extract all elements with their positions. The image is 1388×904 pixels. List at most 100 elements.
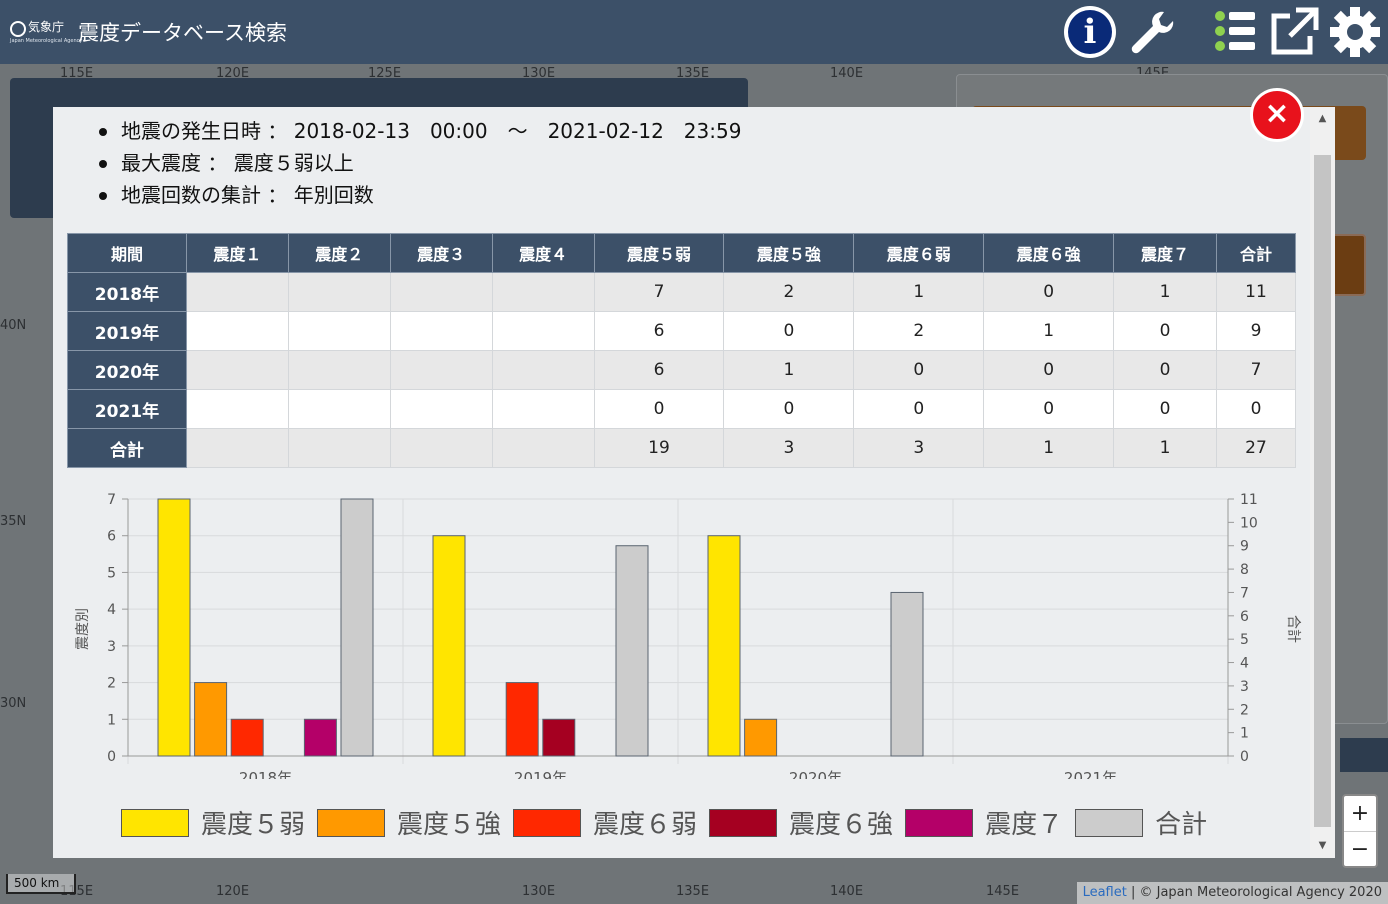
legend-swatch xyxy=(1075,808,1144,837)
right-tick-label: 2 xyxy=(1240,702,1249,718)
scroll-thumb[interactable] xyxy=(1314,155,1331,827)
table-cell xyxy=(491,389,595,429)
x-tick-label: 2020年 xyxy=(789,769,842,779)
chart-bar xyxy=(890,591,924,757)
row-label: 2019年 xyxy=(67,311,187,351)
chart-bar xyxy=(303,718,337,757)
chart-bar xyxy=(505,682,539,757)
settings-button[interactable] xyxy=(1328,6,1382,58)
left-tick-label: 5 xyxy=(107,565,116,581)
table-cell: 0 xyxy=(983,272,1115,312)
table-cell: 0 xyxy=(1113,389,1217,429)
table-cell: 2 xyxy=(853,311,985,351)
table-cell: 7 xyxy=(593,272,725,312)
chart-bar xyxy=(744,718,778,757)
table-cell xyxy=(389,389,493,429)
map-grid-label: 130E xyxy=(522,884,556,899)
table-cell: 9 xyxy=(1215,311,1297,351)
chart-bar xyxy=(230,718,264,757)
legend-label: 震度６強 xyxy=(789,810,894,840)
map-grid-label: 140E xyxy=(830,884,864,899)
close-modal-button[interactable]: × xyxy=(1250,88,1304,142)
info-button[interactable]: i xyxy=(1064,6,1116,58)
left-tick-label: 1 xyxy=(107,712,116,728)
table-header-row: 期間 震度１ 震度２ 震度３ 震度４ 震度５弱 震度５強 震度６弱 震度６強 震… xyxy=(67,233,1297,273)
map-attribution: Leaflet | © Japan Meteorological Agency … xyxy=(1076,882,1388,904)
external-link-icon xyxy=(1271,7,1319,55)
table-cell: 1 xyxy=(1113,428,1217,468)
list-button[interactable] xyxy=(1210,6,1264,58)
chart-bar xyxy=(542,718,576,757)
app-title: 震度データベース検索 xyxy=(78,21,287,45)
table-cell: 2 xyxy=(723,272,855,312)
open-external-button[interactable] xyxy=(1268,6,1322,58)
legend-item[interactable]: 震度５強 xyxy=(317,804,501,841)
map-zoom-control: + − xyxy=(1342,794,1378,868)
table-cell: 1 xyxy=(723,350,855,390)
col-header: 震度３ xyxy=(389,233,493,273)
legend-item[interactable]: 震度６弱 xyxy=(513,804,697,841)
gear-icon xyxy=(1330,7,1380,57)
legend-item[interactable]: 震度６強 xyxy=(709,804,893,841)
right-tick-label: 4 xyxy=(1240,656,1249,672)
jma-logo[interactable]: 気象庁 Japan Meteorological Agency xyxy=(10,18,82,44)
table-row: 2018年 7 2 1 0 1 11 xyxy=(67,272,1297,312)
scroll-down-arrow[interactable]: ▼ xyxy=(1310,834,1335,858)
legend-swatch xyxy=(317,808,386,837)
table-cell xyxy=(389,428,493,468)
x-tick-label: 2019年 xyxy=(514,769,567,779)
tools-button[interactable] xyxy=(1124,6,1178,58)
table-cell: 1 xyxy=(1113,272,1217,312)
chart-legend: 震度５弱 震度５強 震度６弱 震度６強 震度７ 合計 xyxy=(121,804,1219,844)
table-cell xyxy=(287,311,391,351)
map-grid-label: 30N xyxy=(0,696,27,711)
legend-item[interactable]: 震度５弱 xyxy=(121,804,305,841)
right-tick-label: 0 xyxy=(1240,749,1249,765)
table-cell xyxy=(185,428,289,468)
map-grid-label: 120E xyxy=(216,884,250,899)
map-scale-bar: 500 km xyxy=(6,874,76,894)
col-header: 震度４ xyxy=(491,233,595,273)
right-tick-label: 5 xyxy=(1240,632,1249,648)
leaflet-link[interactable]: Leaflet xyxy=(1083,885,1127,900)
table-cell: 0 xyxy=(983,389,1115,429)
map-grid-label: 35N xyxy=(0,514,27,529)
side-bottom-bar xyxy=(1340,738,1388,772)
table-cell: 3 xyxy=(853,428,985,468)
zoom-in-button[interactable]: + xyxy=(1344,796,1376,831)
legend-label: 合計 xyxy=(1155,810,1208,840)
legend-item[interactable]: 震度７ xyxy=(905,804,1063,841)
criteria-aggregation: 地震回数の集計 ： 年別回数 xyxy=(99,181,741,213)
col-header: 震度５弱 xyxy=(593,233,725,273)
table-cell xyxy=(389,272,493,312)
legend-swatch xyxy=(513,808,582,837)
zoom-out-button[interactable]: − xyxy=(1344,831,1376,866)
table-cell: 3 xyxy=(723,428,855,468)
scroll-up-arrow[interactable]: ▲ xyxy=(1310,107,1335,131)
table-cell: 7 xyxy=(1215,350,1297,390)
table-cell: 0 xyxy=(1113,350,1217,390)
table-row: 合計 19 3 3 1 1 27 xyxy=(67,428,1297,468)
legend-label: 震度７ xyxy=(985,810,1064,840)
legend-item[interactable]: 合計 xyxy=(1075,804,1207,841)
chart-bar xyxy=(194,682,228,757)
right-axis-title: 合計 xyxy=(1285,615,1301,643)
map-grid-label: 40N xyxy=(0,318,27,333)
legend-label: 震度６弱 xyxy=(593,810,698,840)
table-cell: 11 xyxy=(1215,272,1297,312)
table-cell xyxy=(287,428,391,468)
map-grid-label: 145E xyxy=(986,884,1020,899)
row-label: 2020年 xyxy=(67,350,187,390)
table-cell: 19 xyxy=(593,428,725,468)
table-cell: 27 xyxy=(1215,428,1297,468)
app-header: 気象庁 Japan Meteorological Agency 震度データベース… xyxy=(0,0,1388,64)
table-cell: 1 xyxy=(853,272,985,312)
logo-subtitle: Japan Meteorological Agency xyxy=(10,38,83,44)
criteria-datetime: 地震の発生日時 ： 2018-02-13 00:00 ～ 2021-02-12 … xyxy=(99,117,741,149)
col-header: 震度１ xyxy=(185,233,289,273)
table-cell: 0 xyxy=(983,350,1115,390)
modal-scrollbar[interactable]: ▲ ▼ xyxy=(1310,107,1335,858)
left-tick-label: 7 xyxy=(107,492,116,508)
table-cell xyxy=(185,350,289,390)
table-cell xyxy=(491,311,595,351)
